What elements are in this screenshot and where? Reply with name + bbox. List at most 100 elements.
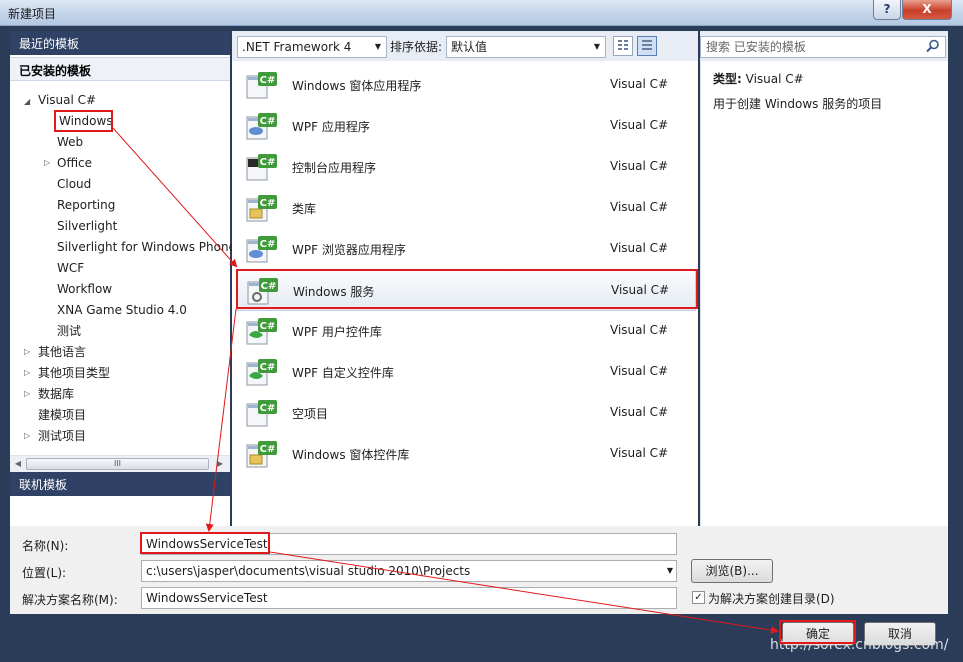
template-name: 控制台应用程序 bbox=[292, 161, 377, 175]
search-icon[interactable] bbox=[926, 39, 940, 53]
template-name: WPF 自定义控件库 bbox=[292, 366, 394, 380]
svg-text:C#: C# bbox=[260, 198, 276, 209]
svg-text:C#: C# bbox=[260, 116, 276, 127]
csharp-template-icon: C# bbox=[246, 317, 278, 347]
collapse-arrow-icon[interactable]: ▷ bbox=[24, 368, 30, 377]
svg-text:C#: C# bbox=[260, 403, 276, 414]
template-name: 空项目 bbox=[292, 407, 329, 421]
search-input[interactable]: 搜索 已安装的模板 bbox=[700, 36, 946, 58]
installed-templates-header[interactable]: 已安装的模板 bbox=[10, 57, 230, 81]
template-row[interactable]: C# 类库 Visual C# bbox=[236, 188, 696, 229]
tree-item-cloud[interactable]: Cloud bbox=[57, 175, 91, 194]
collapse-arrow-icon[interactable]: ▷ bbox=[44, 158, 50, 167]
template-language: Visual C# bbox=[610, 77, 669, 91]
location-combo[interactable]: c:\users\jasper\documents\visual studio … bbox=[141, 560, 677, 582]
chevron-down-icon[interactable]: ▼ bbox=[667, 561, 673, 581]
solution-name-label: 解决方案名称(M): bbox=[22, 593, 118, 607]
tree-item-xna[interactable]: XNA Game Studio 4.0 bbox=[57, 301, 187, 320]
tree-item-office[interactable]: Office bbox=[57, 154, 92, 173]
csharp-template-icon: C# bbox=[246, 440, 278, 470]
template-toolbar: .NET Framework 4 ▼ 排序依据: 默认值 ▼ bbox=[232, 31, 698, 61]
csharp-template-icon: C# bbox=[247, 277, 279, 307]
tree-item-web[interactable]: Web bbox=[57, 133, 83, 152]
template-name: WPF 用户控件库 bbox=[292, 325, 382, 339]
type-line: 类型: Visual C# bbox=[713, 70, 804, 87]
template-language: Visual C# bbox=[610, 446, 669, 460]
sort-value: 默认值 bbox=[451, 40, 488, 54]
help-button[interactable]: ? bbox=[873, 0, 901, 20]
template-row[interactable]: C# Windows 窗体控件库 Visual C# bbox=[236, 434, 696, 475]
template-language: Visual C# bbox=[610, 200, 669, 214]
tree-item-database[interactable]: 数据库 bbox=[38, 385, 74, 404]
tree-item-reporting[interactable]: Reporting bbox=[57, 196, 115, 215]
template-language: Visual C# bbox=[610, 405, 669, 419]
framework-select[interactable]: .NET Framework 4 ▼ bbox=[237, 36, 387, 58]
scroll-left-icon[interactable]: ◀ bbox=[12, 458, 24, 470]
svg-text:C#: C# bbox=[260, 239, 276, 250]
template-language: Visual C# bbox=[610, 241, 669, 255]
solution-name-field[interactable]: WindowsServiceTest bbox=[141, 587, 677, 609]
tree-item-wcf[interactable]: WCF bbox=[57, 259, 84, 278]
template-description: 用于创建 Windows 服务的项目 bbox=[713, 97, 883, 111]
tree-item-silverlight[interactable]: Silverlight bbox=[57, 217, 117, 236]
tree-item-test[interactable]: 测试 bbox=[57, 322, 81, 341]
tree-item-other-project-types[interactable]: 其他项目类型 bbox=[38, 364, 110, 383]
chevron-down-icon: ▼ bbox=[374, 42, 382, 51]
watermark-url: http://sorex.cnblogs.com/ bbox=[770, 637, 949, 653]
scroll-right-icon[interactable]: ▶ bbox=[214, 458, 226, 470]
browse-button[interactable]: 浏览(B)... bbox=[691, 559, 773, 583]
location-value: c:\users\jasper\documents\visual studio … bbox=[146, 564, 471, 578]
template-row[interactable]: C# WPF 用户控件库 Visual C# bbox=[236, 311, 696, 352]
collapse-arrow-icon[interactable]: ▷ bbox=[24, 347, 30, 356]
template-list: C# Windows 窗体应用程序 Visual C# C# WPF 应用程序 Visua… bbox=[232, 61, 698, 526]
small-icons-view-button[interactable] bbox=[613, 36, 633, 56]
svg-text:C#: C# bbox=[260, 157, 276, 168]
template-name: Windows 窗体控件库 bbox=[292, 448, 410, 462]
type-label: 类型: bbox=[713, 72, 742, 86]
svg-text:C#: C# bbox=[260, 444, 276, 455]
create-directory-label[interactable]: 为解决方案创建目录(D) bbox=[708, 590, 835, 607]
template-tree-pane: 最近的模板 已安装的模板 ◢ Visual C# Windows Web ▷ O… bbox=[10, 31, 236, 496]
template-language: Visual C# bbox=[610, 159, 669, 173]
csharp-template-icon: C# bbox=[246, 112, 278, 142]
recent-templates-header[interactable]: 最近的模板 bbox=[10, 31, 230, 55]
template-row[interactable]: C# 空项目 Visual C# bbox=[236, 393, 696, 434]
tree-item-other-languages[interactable]: 其他语言 bbox=[38, 343, 86, 362]
template-row[interactable]: C# Windows 服务 Visual C# bbox=[236, 270, 696, 311]
scroll-thumb[interactable]: III bbox=[26, 458, 209, 470]
svg-text:C#: C# bbox=[261, 281, 277, 292]
tree-item-visual-csharp[interactable]: Visual C# bbox=[38, 91, 96, 110]
collapse-arrow-icon[interactable]: ▷ bbox=[24, 389, 30, 398]
template-row[interactable]: C# WPF 应用程序 Visual C# bbox=[236, 106, 696, 147]
tree-item-silverlight-wp[interactable]: Silverlight for Windows Phone bbox=[57, 238, 236, 257]
online-templates-header[interactable]: 联机模板 bbox=[10, 472, 230, 496]
tree-item-test-projects[interactable]: 测试项目 bbox=[38, 427, 86, 446]
type-value: Visual C# bbox=[745, 72, 804, 86]
create-directory-checkbox[interactable]: ✓ bbox=[692, 591, 705, 604]
close-button[interactable]: X bbox=[902, 0, 952, 20]
collapse-arrow-icon[interactable]: ▷ bbox=[24, 431, 30, 440]
name-label: 名称(N): bbox=[22, 539, 69, 553]
sort-select[interactable]: 默认值 ▼ bbox=[446, 36, 606, 58]
list-view-button[interactable] bbox=[637, 36, 657, 56]
csharp-template-icon: C# bbox=[246, 71, 278, 101]
template-row[interactable]: C# 控制台应用程序 Visual C# bbox=[236, 147, 696, 188]
svg-text:C#: C# bbox=[260, 75, 276, 86]
template-row[interactable]: C# WPF 自定义控件库 Visual C# bbox=[236, 352, 696, 393]
svg-text:C#: C# bbox=[260, 362, 276, 373]
template-row[interactable]: C# WPF 浏览器应用程序 Visual C# bbox=[236, 229, 696, 270]
template-row[interactable]: C# Windows 窗体应用程序 Visual C# bbox=[236, 65, 696, 106]
sort-label: 排序依据: bbox=[390, 40, 443, 54]
tree-horizontal-scrollbar[interactable]: ◀ III ▶ bbox=[10, 455, 230, 472]
tree-item-modeling[interactable]: 建模项目 bbox=[38, 406, 86, 425]
location-label: 位置(L): bbox=[22, 566, 67, 580]
tree-item-windows[interactable]: Windows bbox=[57, 112, 115, 131]
tree-item-workflow[interactable]: Workflow bbox=[57, 280, 112, 299]
template-name: Windows 窗体应用程序 bbox=[292, 79, 422, 93]
name-field[interactable]: WindowsServiceTest bbox=[141, 533, 677, 555]
expand-arrow-icon[interactable]: ◢ bbox=[24, 97, 30, 106]
small-icons-view-icon bbox=[624, 40, 628, 52]
template-language: Visual C# bbox=[610, 118, 669, 132]
csharp-template-icon: C# bbox=[246, 358, 278, 388]
svg-text:C#: C# bbox=[260, 321, 276, 332]
